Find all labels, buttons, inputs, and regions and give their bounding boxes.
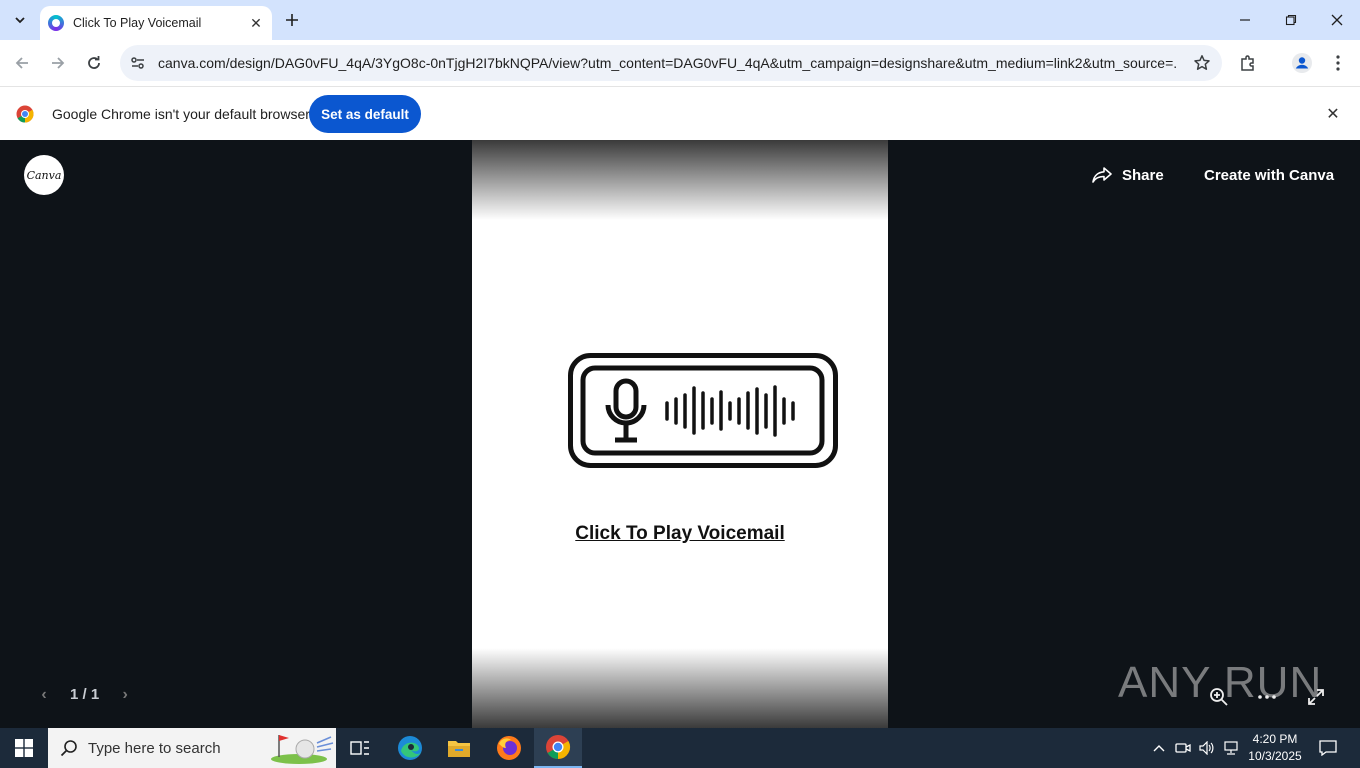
microphone-icon <box>605 378 647 443</box>
page-bottom-shade <box>472 648 888 728</box>
restore-icon <box>1285 14 1297 26</box>
sound-wave-icon <box>665 385 795 437</box>
clock-date: 10/3/2025 <box>1248 749 1302 763</box>
menu-button[interactable] <box>1326 51 1350 75</box>
plus-icon <box>286 14 298 26</box>
camera-icon <box>1175 743 1191 753</box>
system-clock[interactable]: 4:20 PM 10/3/2025 <box>1244 731 1306 765</box>
new-tab-button[interactable] <box>280 8 304 32</box>
infobar-message: Google Chrome isn't your default browser <box>52 106 310 122</box>
arrow-left-icon <box>15 57 28 69</box>
canva-viewer: Canva Share Create with Canva Click To P… <box>0 140 1360 728</box>
chevron-left-icon[interactable]: ‹ <box>36 686 52 703</box>
golf-doodle-icon <box>270 735 333 764</box>
zoom-in-icon <box>1210 688 1228 706</box>
more-options-button[interactable] <box>1256 686 1278 708</box>
restore-button[interactable] <box>1268 0 1314 40</box>
browser-toolbar: canva.com/design/DAG0vFU_4qA/3YgO8c-0nTj… <box>0 40 1360 86</box>
meet-now-tray[interactable] <box>1172 728 1194 768</box>
start-button[interactable] <box>0 728 48 768</box>
page-navigator: ‹ 1 / 1 › <box>36 686 133 704</box>
fullscreen-button[interactable] <box>1305 686 1327 708</box>
zoom-button[interactable] <box>1208 686 1230 708</box>
reload-button[interactable] <box>82 51 106 75</box>
share-arrow-icon <box>1092 167 1112 183</box>
clock-time: 4:20 PM <box>1252 732 1298 746</box>
chevron-up-icon <box>1153 745 1165 752</box>
extensions-button[interactable] <box>1236 51 1260 75</box>
expand-icon <box>1308 689 1324 705</box>
url-text: canva.com/design/DAG0vFU_4qA/3YgO8c-0nTj… <box>158 55 1178 71</box>
speaker-icon <box>1199 741 1214 755</box>
site-settings-icon[interactable] <box>130 55 146 71</box>
search-placeholder: Type here to search <box>88 739 221 757</box>
set-as-default-button[interactable]: Set as default <box>309 95 421 133</box>
tab-strip: Click To Play Voicemail ✕ <box>0 0 1360 40</box>
firefox-icon <box>497 736 521 760</box>
taskbar-firefox[interactable] <box>485 728 533 768</box>
play-voicemail-link[interactable]: Click To Play Voicemail <box>472 523 888 545</box>
taskbar-file-explorer[interactable] <box>435 728 483 768</box>
network-tray[interactable] <box>1220 728 1242 768</box>
notification-icon <box>1319 740 1337 756</box>
share-button[interactable]: Share <box>1092 160 1164 190</box>
tab-active[interactable]: Click To Play Voicemail ✕ <box>40 6 272 40</box>
chrome-icon <box>546 735 571 759</box>
back-button[interactable] <box>10 51 34 75</box>
notifications-button[interactable] <box>1314 728 1342 768</box>
infobar-close-icon[interactable]: ✕ <box>1324 105 1342 123</box>
reload-icon <box>88 56 100 69</box>
kebab-menu-icon <box>1336 55 1340 71</box>
tab-close-icon[interactable]: ✕ <box>248 15 264 31</box>
volume-tray[interactable] <box>1196 728 1218 768</box>
network-icon <box>1224 741 1238 755</box>
chevron-down-icon <box>15 17 25 24</box>
task-view-button[interactable] <box>336 728 384 768</box>
page-indicator: 1 / 1 <box>70 686 100 703</box>
windows-logo-icon <box>15 739 33 757</box>
tab-search-button[interactable] <box>8 8 32 32</box>
puzzle-icon <box>1241 55 1254 71</box>
bookmark-star-icon[interactable] <box>1192 53 1212 73</box>
canva-favicon-icon <box>48 15 64 31</box>
windows-taskbar: Type here to search 4:20 PM 10/3/2025 <box>0 728 1360 768</box>
chrome-logo-icon <box>16 105 34 123</box>
search-icon <box>60 740 77 757</box>
profile-button[interactable] <box>1290 51 1314 75</box>
default-browser-infobar: Google Chrome isn't your default browser… <box>0 86 1360 140</box>
tab-title: Click To Play Voicemail <box>73 16 202 30</box>
canva-logo[interactable]: Canva <box>24 155 64 195</box>
share-label: Share <box>1122 166 1164 184</box>
create-with-canva-button[interactable]: Create with Canva <box>1204 167 1334 184</box>
minimize-icon <box>1240 19 1250 21</box>
taskbar-search-box[interactable]: Type here to search <box>48 728 336 768</box>
folder-icon <box>448 741 470 757</box>
page-top-shade <box>472 140 888 220</box>
close-icon <box>1331 14 1343 26</box>
address-bar[interactable]: canva.com/design/DAG0vFU_4qA/3YgO8c-0nTj… <box>120 45 1222 81</box>
voicemail-graphic[interactable] <box>568 353 838 468</box>
task-view-icon <box>350 741 369 755</box>
taskbar-chrome[interactable] <box>534 728 582 768</box>
forward-button[interactable] <box>46 51 70 75</box>
more-horizontal-icon <box>1258 695 1276 699</box>
show-hidden-icons[interactable] <box>1148 728 1170 768</box>
edge-icon <box>398 736 422 760</box>
minimize-button[interactable] <box>1222 0 1268 40</box>
avatar-icon <box>1292 53 1312 73</box>
arrow-right-icon <box>52 57 65 69</box>
close-window-button[interactable] <box>1314 0 1360 40</box>
design-page: Click To Play Voicemail <box>472 140 888 728</box>
taskbar-edge[interactable] <box>386 728 434 768</box>
chevron-right-icon[interactable]: › <box>117 686 133 703</box>
